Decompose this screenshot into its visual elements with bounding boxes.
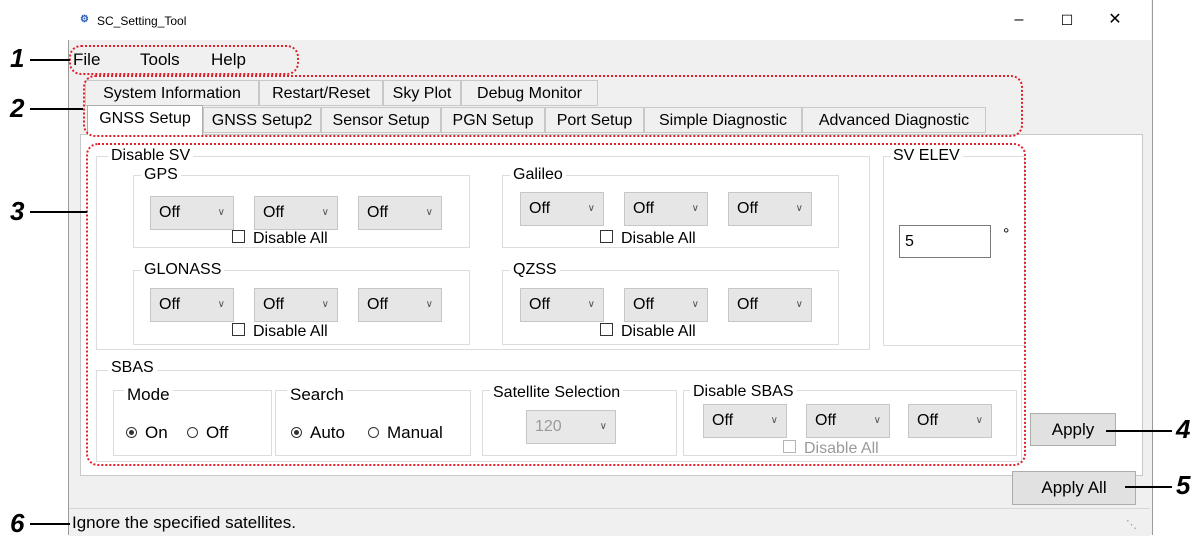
- callout-3-line: [30, 211, 87, 213]
- highlight-menu: [69, 45, 299, 75]
- callout-6-line: [30, 523, 70, 525]
- apply-all-button[interactable]: Apply All: [1012, 471, 1136, 505]
- callout-5-line: [1125, 486, 1172, 488]
- highlight-settings: [86, 143, 1026, 466]
- resize-grip-icon[interactable]: ⋱: [1126, 518, 1137, 531]
- minimize-button[interactable]: –: [1004, 8, 1034, 32]
- callout-4-line: [1106, 430, 1172, 432]
- callout-5: 5: [1176, 470, 1191, 500]
- title-bar[interactable]: [68, 0, 1151, 40]
- callout-1: 1: [10, 43, 25, 73]
- window-title: SC_Setting_Tool: [97, 14, 187, 28]
- callout-6: 6: [10, 508, 25, 538]
- callout-2: 2: [10, 93, 25, 123]
- callout-3: 3: [10, 196, 25, 226]
- app-icon: ⚙: [80, 14, 89, 25]
- apply-button[interactable]: Apply: [1030, 413, 1116, 446]
- close-button[interactable]: ✕: [1100, 8, 1130, 32]
- status-text: Ignore the specified satellites.: [72, 513, 296, 532]
- callout-2-line: [30, 108, 83, 110]
- highlight-tabs: [83, 75, 1023, 137]
- maximize-button[interactable]: ☐: [1052, 8, 1082, 32]
- callout-1-line: [30, 59, 70, 61]
- callout-4: 4: [1176, 414, 1191, 444]
